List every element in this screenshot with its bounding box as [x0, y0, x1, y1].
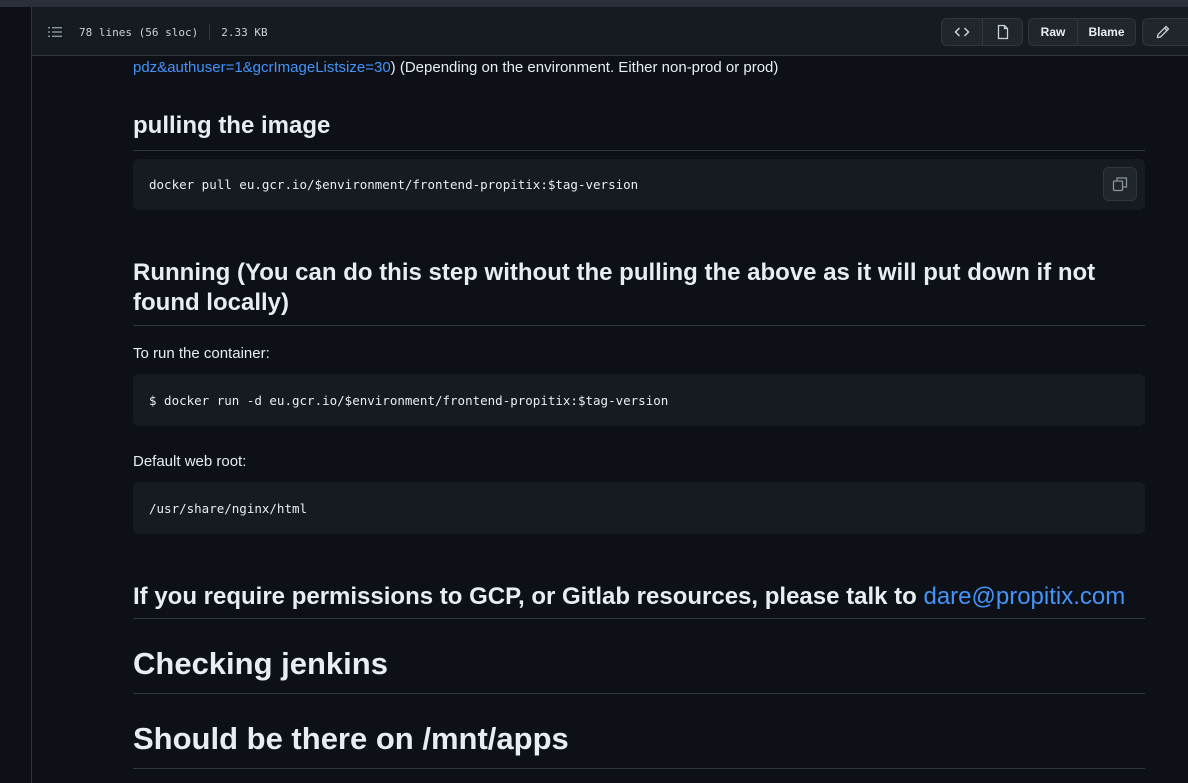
copy-button[interactable] — [1103, 167, 1137, 201]
pencil-icon — [1156, 25, 1170, 39]
heading-jenkins-text: Checking jenkins — [133, 646, 388, 681]
link-paragraph-tail: ) (Depending on the environment. Either … — [390, 59, 779, 76]
raw-button[interactable]: Raw — [1029, 19, 1077, 45]
file-panel: 78 lines (56 sloc) 2.33 KB Raw Blame pdz… — [32, 7, 1188, 783]
heading-pulling-text: pulling the image — [133, 112, 331, 139]
heading-apps-text: Should be there on /mnt/apps — [133, 721, 569, 756]
edit-group — [1142, 18, 1188, 46]
code-view-button[interactable] — [942, 19, 982, 45]
line-count: 78 lines (56 sloc) — [79, 25, 199, 39]
left-gutter — [0, 7, 32, 783]
heading-permissions: If you require permissions to GCP, or Gi… — [133, 582, 1145, 619]
code-webroot: /usr/share/nginx/html — [149, 500, 308, 516]
code-icon — [954, 27, 970, 37]
window-top-bar — [0, 0, 1188, 7]
code-block-webroot: /usr/share/nginx/html — [133, 482, 1145, 534]
file-icon — [997, 24, 1008, 40]
heading-apps: Should be there on /mnt/apps — [133, 720, 1145, 769]
code-run: $ docker run -d eu.gcr.io/$environment/f… — [149, 392, 669, 408]
heading-running: Running (You can do this step without th… — [133, 258, 1145, 326]
heading-pulling: pulling the image — [133, 111, 1145, 151]
divider — [209, 24, 211, 40]
run-paragraph: To run the container: — [133, 345, 270, 362]
webroot-paragraph: Default web root: — [133, 453, 247, 470]
file-header: 78 lines (56 sloc) 2.33 KB Raw Blame — [32, 7, 1188, 56]
code-pull: docker pull eu.gcr.io/$environment/front… — [149, 177, 639, 192]
gcr-link[interactable]: pdz&authuser=1&gcrImageListsize=30 — [133, 59, 391, 76]
link-paragraph: pdz&authuser=1&gcrImageListsize=30) (Dep… — [133, 56, 778, 80]
copy-icon — [1112, 177, 1128, 192]
heading-permissions-prefix: If you require permissions to GCP, or Gi… — [133, 583, 924, 610]
code-block-run: $ docker run -d eu.gcr.io/$environment/f… — [133, 374, 1145, 426]
edit-button[interactable] — [1143, 19, 1183, 45]
view-toggle — [941, 18, 1023, 46]
heading-jenkins: Checking jenkins — [133, 645, 1145, 694]
preview-button[interactable] — [982, 19, 1022, 45]
code-block-pull: docker pull eu.gcr.io/$environment/front… — [133, 159, 1145, 210]
blame-button[interactable]: Blame — [1077, 19, 1135, 45]
email-link[interactable]: dare@propitix.com — [923, 583, 1125, 610]
file-info: 78 lines (56 sloc) 2.33 KB — [79, 24, 268, 40]
list-icon[interactable] — [46, 23, 64, 41]
file-size: 2.33 KB — [221, 25, 268, 39]
heading-permissions-text: If you require permissions to GCP, or Gi… — [133, 582, 1145, 612]
heading-running-text: Running (You can do this step without th… — [133, 259, 1096, 316]
raw-blame-group: Raw Blame — [1028, 18, 1136, 46]
